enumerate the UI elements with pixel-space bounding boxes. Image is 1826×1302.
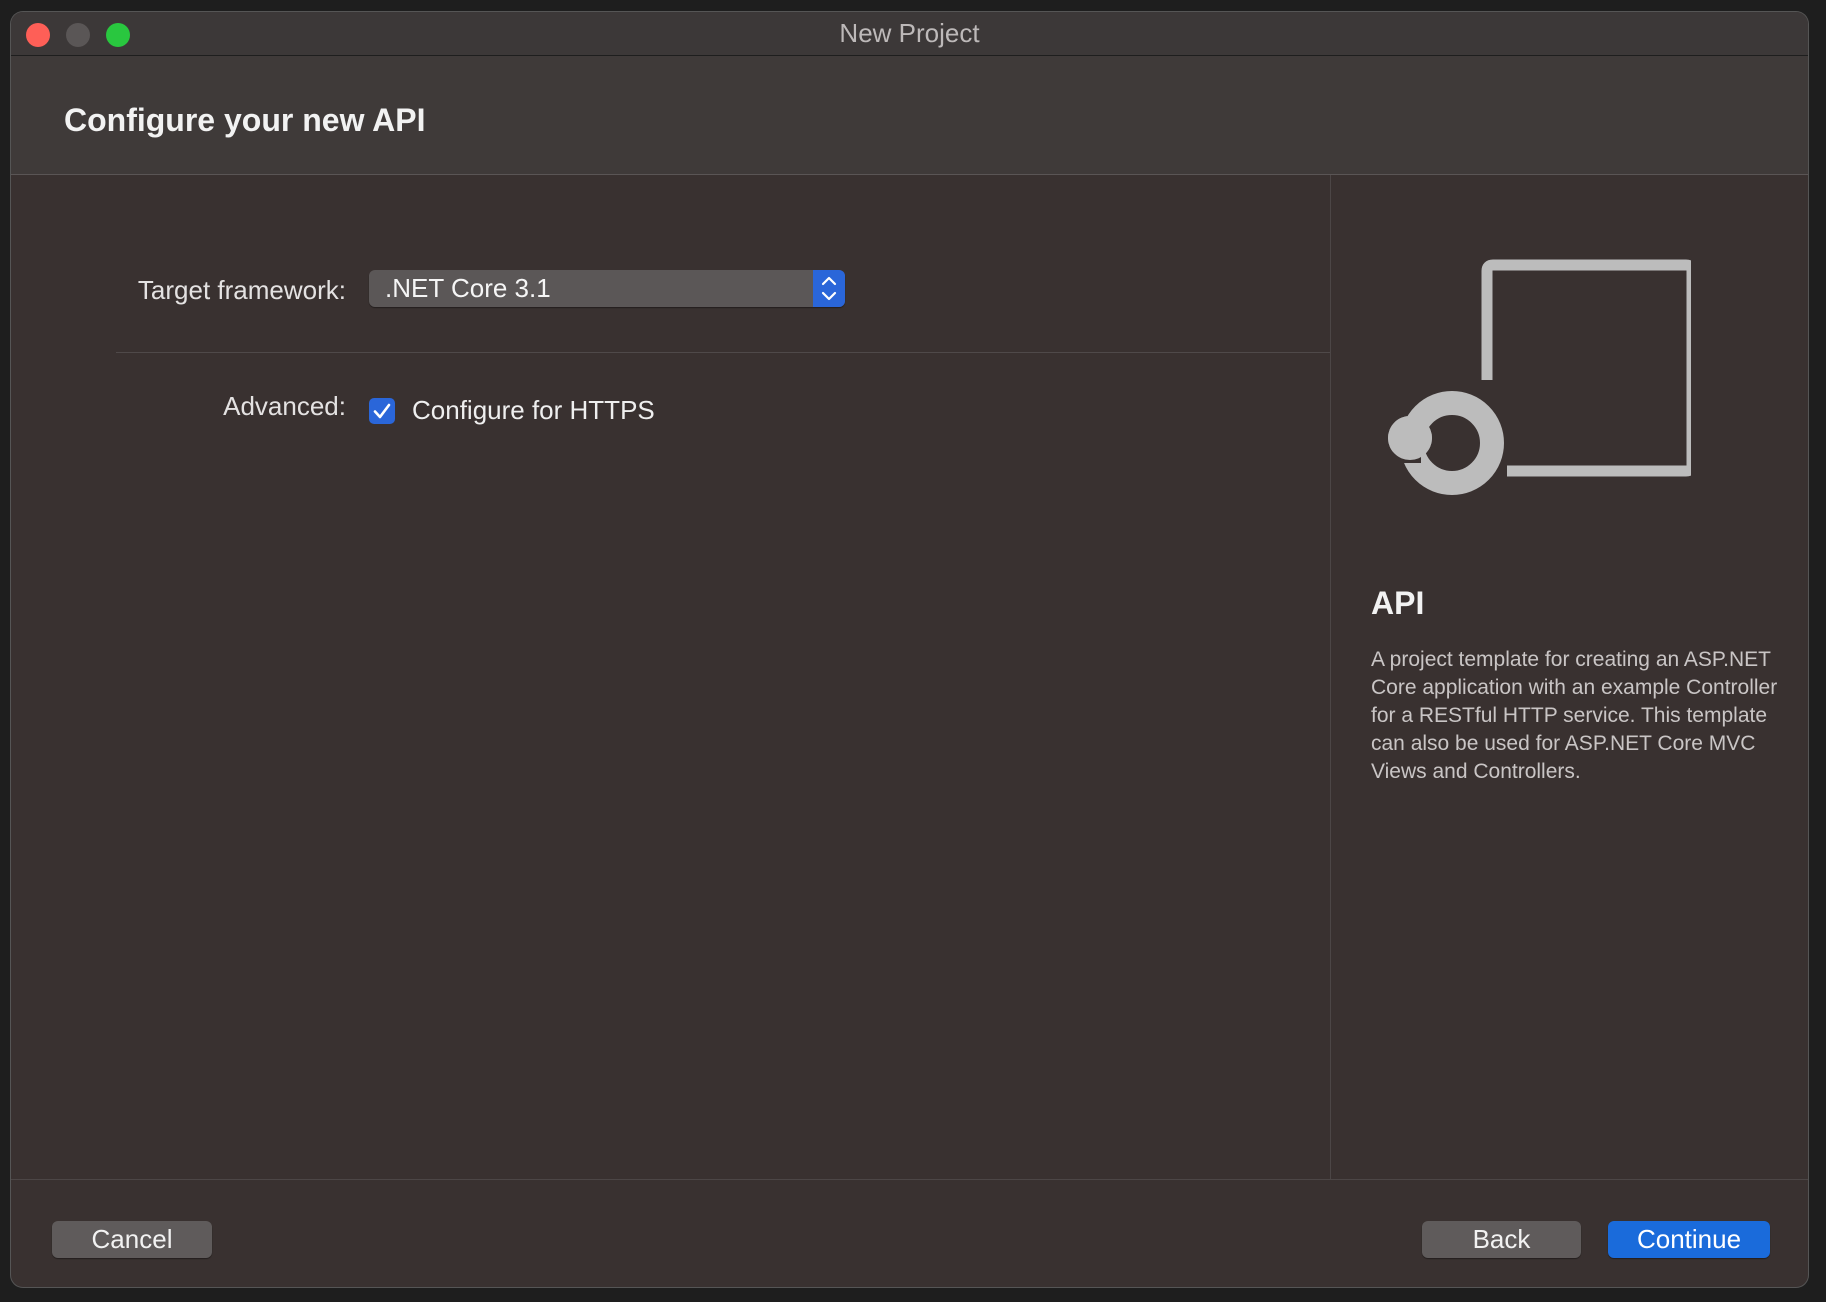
target-framework-label: Target framework:: [137, 275, 346, 305]
form-divider: [116, 352, 1330, 353]
select-arrows-icon: [813, 270, 845, 307]
window-title: New Project: [839, 18, 980, 48]
cancel-button[interactable]: Cancel: [52, 1221, 212, 1258]
dialog-header: Configure your new API: [11, 56, 1808, 175]
api-template-icon: [1381, 259, 1698, 499]
advanced-label: Advanced:: [223, 391, 346, 421]
template-description: A project template for creating an ASP.N…: [1371, 648, 1778, 783]
configuration-form: Target framework: .NET Core 3.1 Advanced…: [11, 175, 1330, 1179]
configure-https-checkbox[interactable]: [369, 398, 395, 424]
dialog-footer: Cancel Back Continue: [11, 1179, 1808, 1287]
back-button[interactable]: Back: [1422, 1221, 1581, 1258]
target-framework-value: .NET Core 3.1: [385, 273, 551, 303]
continue-button[interactable]: Continue: [1608, 1221, 1770, 1258]
configure-https-label[interactable]: Configure for HTTPS: [412, 395, 655, 426]
title-bar: New Project: [11, 12, 1808, 56]
template-info-panel: API A project template for creating an A…: [1331, 175, 1808, 1179]
checkmark-icon: [373, 403, 391, 419]
target-framework-select[interactable]: .NET Core 3.1: [369, 270, 845, 307]
page-title: Configure your new API: [64, 102, 426, 138]
new-project-window: New Project Configure your new API Targe…: [11, 12, 1808, 1287]
template-title: API: [1371, 585, 1425, 621]
